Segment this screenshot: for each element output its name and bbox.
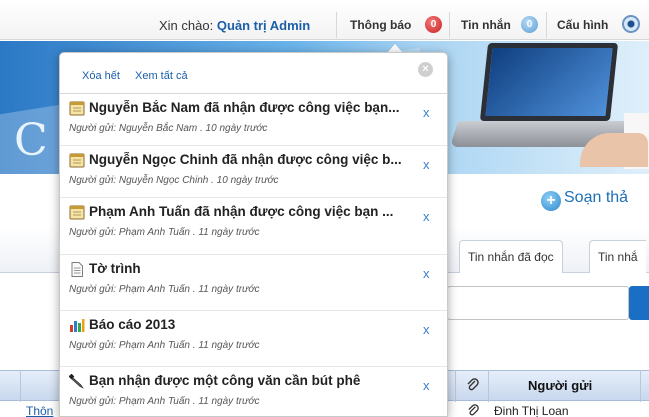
sender-column-header[interactable]: Người gửi: [528, 378, 592, 393]
notification-title: Báo cáo 2013: [89, 317, 176, 332]
notification-item[interactable]: Phạm Anh Tuấn đã nhận được công việc bạn…: [60, 197, 447, 249]
messages-link[interactable]: Tin nhắn: [461, 18, 511, 32]
dismiss-icon[interactable]: x: [423, 209, 430, 224]
notification-item[interactable]: Nguyễn Bắc Nam đã nhận được công việc bạ…: [60, 93, 447, 145]
popup-actions: Xóa hết Xem tất cả: [82, 70, 200, 82]
messages-count-badge[interactable]: 0: [521, 16, 538, 33]
row-sender: Đinh Thị Loan: [494, 404, 569, 417]
greeting: Xin chào: Quản trị Admin: [159, 18, 310, 33]
greeting-label: Xin chào:: [159, 18, 214, 33]
notebook-icon: [69, 153, 85, 168]
row-title-link[interactable]: Thôn: [26, 404, 53, 417]
top-bar: Xin chào: Quản trị Admin Thông báo 0 Tin…: [0, 0, 649, 40]
plus-icon: +: [541, 191, 561, 211]
notifications-count-badge[interactable]: 0: [425, 16, 442, 33]
notification-item[interactable]: Bạn nhận được một công văn cần bút phê N…: [60, 366, 447, 416]
notification-meta: Người gửi: Phạm Anh Tuấn . 11 ngày trước: [69, 227, 260, 238]
divider: [336, 12, 337, 38]
notification-title: Bạn nhận được một công văn cần bút phê: [89, 373, 361, 388]
notification-meta: Người gửi: Phạm Anh Tuấn . 11 ngày trước: [69, 340, 260, 351]
divider: [449, 12, 450, 38]
notification-meta: Người gửi: Nguyễn Ngọc Chinh . 10 ngày t…: [69, 175, 279, 186]
notebook-icon: [69, 101, 85, 116]
user-name-link[interactable]: Quản trị Admin: [217, 18, 310, 33]
clear-all-link[interactable]: Xóa hết: [82, 70, 120, 82]
close-popup-icon[interactable]: ×: [418, 62, 433, 77]
notifications-link[interactable]: Thông báo: [350, 18, 411, 32]
dismiss-icon[interactable]: x: [423, 322, 430, 337]
dismiss-icon[interactable]: x: [423, 266, 430, 281]
notification-item[interactable]: Báo cáo 2013 Người gửi: Phạm Anh Tuấn . …: [60, 310, 447, 362]
pen-icon: [69, 374, 84, 389]
dismiss-icon[interactable]: x: [423, 157, 430, 172]
notification-title: Phạm Anh Tuấn đã nhận được công việc bạn…: [89, 204, 394, 219]
notification-meta: Người gửi: Phạm Anh Tuấn . 11 ngày trước: [69, 284, 260, 295]
notification-title: Nguyễn Ngọc Chinh đã nhận được công việc…: [89, 152, 402, 167]
tab-messages-other[interactable]: Tin nhắ: [589, 240, 646, 273]
notification-meta: Người gửi: Phạm Anh Tuấn . 11 ngày trước: [69, 396, 260, 407]
notification-title: Tờ trình: [89, 261, 141, 276]
document-icon: [71, 262, 83, 277]
search-input[interactable]: [447, 286, 629, 320]
dismiss-icon[interactable]: x: [423, 378, 430, 393]
compose-label: Soạn thả: [564, 189, 629, 206]
compose-button[interactable]: + Soạn thả: [541, 189, 628, 211]
divider: [546, 12, 547, 38]
settings-gear-icon[interactable]: [622, 15, 640, 33]
laptop-illustration: [448, 43, 649, 169]
view-all-link[interactable]: Xem tất cả: [135, 70, 188, 82]
notebook-icon: [69, 205, 85, 220]
attachment-icon: [467, 378, 479, 391]
attachment-icon: [468, 404, 479, 416]
dismiss-icon[interactable]: x: [423, 105, 430, 120]
notifications-popup: Xóa hết Xem tất cả × Nguyễn Bắc Nam đã n…: [59, 52, 448, 417]
notification-item[interactable]: Nguyễn Ngọc Chinh đã nhận được công việc…: [60, 145, 447, 197]
notification-item[interactable]: Tờ trình Người gửi: Phạm Anh Tuấn . 11 n…: [60, 254, 447, 306]
search-button[interactable]: [629, 286, 649, 320]
settings-link[interactable]: Cấu hình: [557, 18, 608, 32]
bar-chart-icon: [70, 319, 85, 332]
notification-title: Nguyễn Bắc Nam đã nhận được công việc bạ…: [89, 100, 400, 115]
tab-read-messages[interactable]: Tin nhắn đã đọc: [459, 240, 563, 273]
notification-meta: Người gửi: Nguyễn Bắc Nam . 10 ngày trướ…: [69, 123, 268, 134]
